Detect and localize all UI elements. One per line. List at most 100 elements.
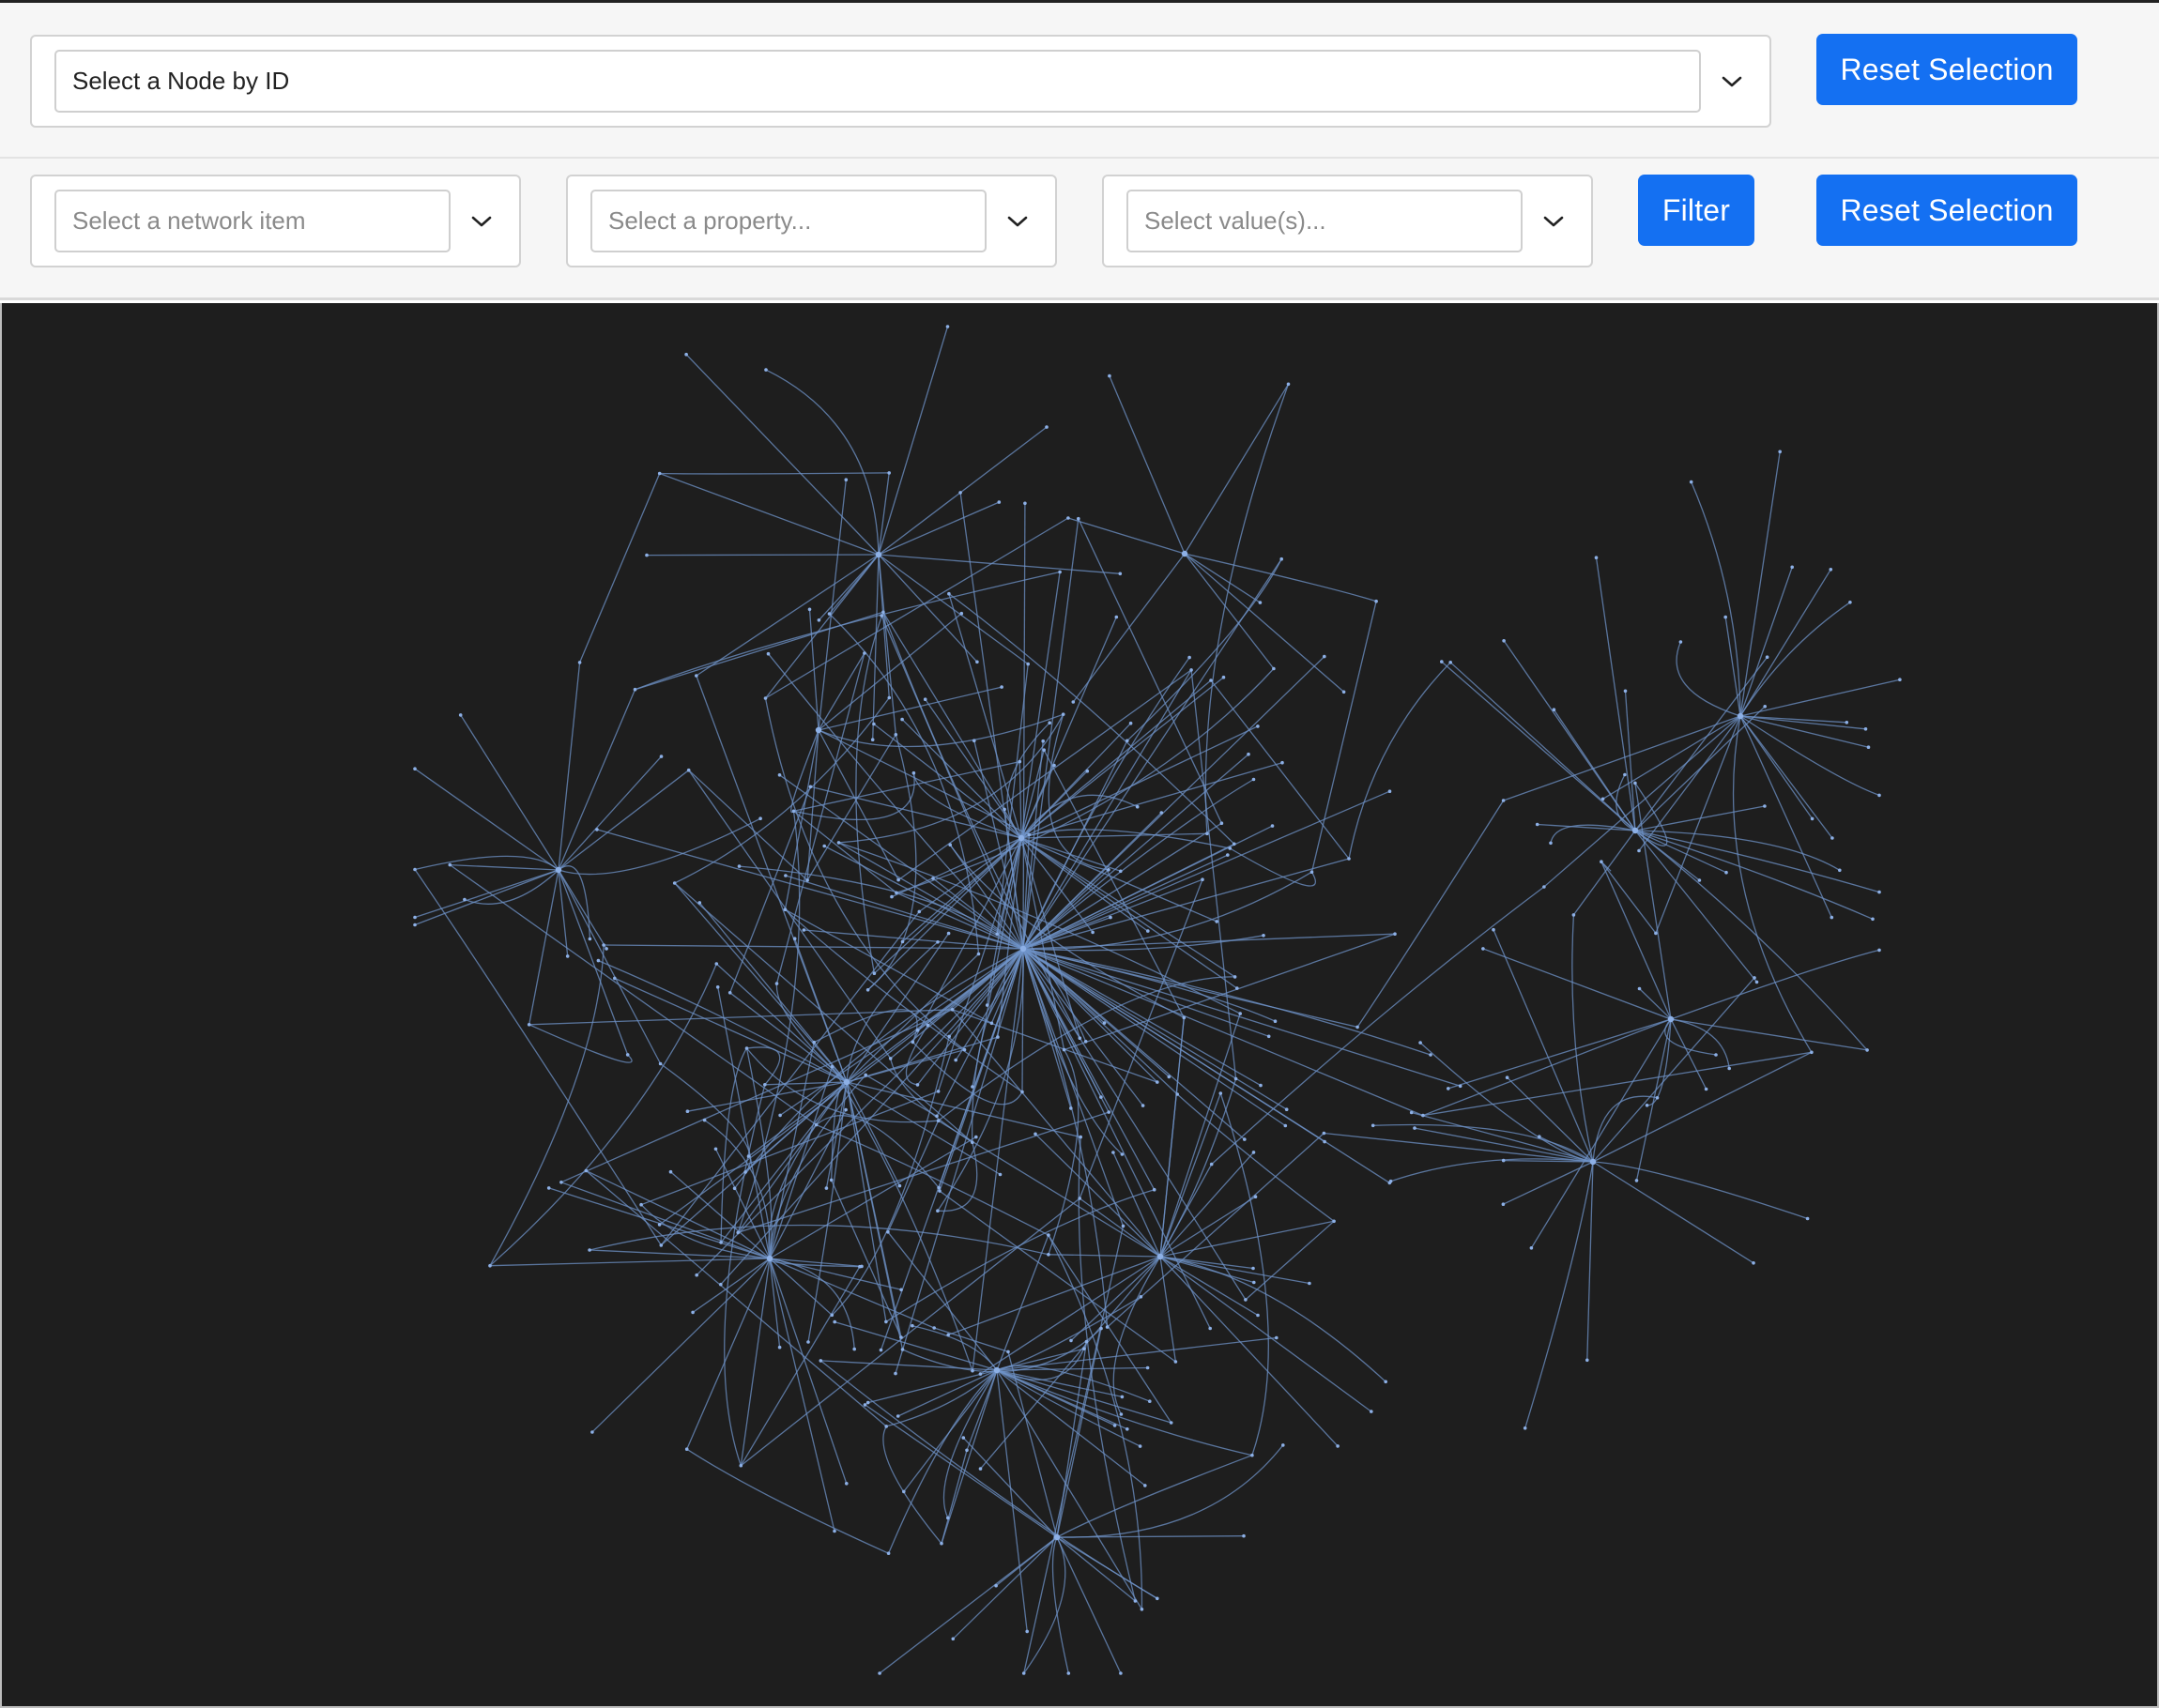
graph-node[interactable]: [1388, 1179, 1393, 1183]
graph-node[interactable]: [1066, 516, 1070, 520]
graph-node[interactable]: [1108, 374, 1111, 378]
graph-node[interactable]: [872, 722, 876, 726]
graph-node[interactable]: [1830, 915, 1834, 920]
graph-node[interactable]: [639, 1202, 643, 1207]
graph-node[interactable]: [1704, 1087, 1708, 1091]
graph-node[interactable]: [1047, 1233, 1050, 1237]
graph-node[interactable]: [1877, 948, 1881, 953]
graph-node[interactable]: [1387, 789, 1392, 793]
graph-node[interactable]: [555, 866, 562, 874]
graph-node[interactable]: [1133, 1599, 1138, 1603]
graph-node[interactable]: [911, 770, 916, 775]
graph-node[interactable]: [1272, 666, 1276, 671]
graph-node[interactable]: [1066, 1671, 1071, 1675]
graph-node[interactable]: [1448, 661, 1452, 664]
graph-node[interactable]: [872, 971, 877, 975]
graph-node[interactable]: [896, 877, 900, 882]
graph-node[interactable]: [1633, 781, 1637, 785]
graph-node[interactable]: [807, 607, 812, 612]
graph-node[interactable]: [1139, 1295, 1143, 1299]
graph-node[interactable]: [596, 958, 601, 963]
graph-node[interactable]: [1140, 1608, 1144, 1611]
graph-node[interactable]: [962, 1047, 967, 1052]
graph-node[interactable]: [994, 1583, 998, 1588]
graph-node[interactable]: [737, 864, 742, 868]
graph-node[interactable]: [1233, 975, 1237, 979]
graph-node[interactable]: [1645, 1104, 1649, 1107]
graph-node[interactable]: [1233, 1076, 1238, 1081]
graph-node[interactable]: [605, 947, 608, 951]
graph-node[interactable]: [917, 909, 922, 914]
graph-node[interactable]: [1078, 1036, 1082, 1040]
graph-node[interactable]: [1447, 1087, 1450, 1090]
graph-node[interactable]: [1737, 712, 1744, 720]
graph-node[interactable]: [559, 1181, 563, 1184]
graph-node[interactable]: [777, 773, 782, 777]
graph-node[interactable]: [1069, 1338, 1073, 1343]
graph-node[interactable]: [1501, 1202, 1506, 1206]
graph-node[interactable]: [900, 717, 904, 722]
graph-node[interactable]: [822, 844, 826, 848]
graph-node[interactable]: [1082, 1347, 1086, 1350]
graph-node[interactable]: [1156, 1596, 1159, 1601]
graph-node[interactable]: [1209, 1162, 1214, 1167]
graph-node[interactable]: [727, 991, 732, 995]
graph-node[interactable]: [827, 612, 832, 616]
graph-node[interactable]: [1152, 1187, 1156, 1192]
graph-node[interactable]: [659, 1243, 664, 1247]
graph-node[interactable]: [897, 1183, 902, 1188]
graph-node[interactable]: [1209, 679, 1213, 682]
node-id-select-value[interactable]: Select a Node by ID: [54, 50, 1701, 113]
graph-node[interactable]: [971, 1368, 974, 1373]
graph-node[interactable]: [565, 954, 570, 958]
graph-node[interactable]: [1169, 1421, 1173, 1425]
graph-node[interactable]: [1053, 1533, 1061, 1541]
graph-node[interactable]: [684, 1447, 689, 1451]
graph-node[interactable]: [1275, 1335, 1279, 1340]
graph-node[interactable]: [1256, 1313, 1260, 1318]
graph-node[interactable]: [890, 894, 894, 899]
graph-node[interactable]: [1026, 662, 1030, 666]
graph-node[interactable]: [896, 1414, 900, 1418]
graph-node[interactable]: [1763, 705, 1767, 709]
graph-node[interactable]: [830, 1313, 835, 1318]
graph-node[interactable]: [978, 1372, 983, 1376]
graph-node[interactable]: [1336, 1444, 1340, 1448]
graph-node[interactable]: [1181, 550, 1188, 557]
graph-node[interactable]: [946, 1516, 950, 1520]
property-select[interactable]: Select a property...: [566, 175, 1057, 267]
graph-node[interactable]: [1501, 799, 1506, 802]
graph-node[interactable]: [1025, 1629, 1029, 1634]
graph-node[interactable]: [923, 697, 927, 701]
graph-node[interactable]: [936, 940, 940, 944]
graph-node[interactable]: [1667, 1015, 1675, 1023]
graph-node[interactable]: [1763, 804, 1767, 808]
graph-node[interactable]: [802, 928, 806, 932]
graph-node[interactable]: [719, 1282, 723, 1287]
graph-node[interactable]: [1384, 1380, 1387, 1384]
graph-node[interactable]: [971, 1140, 974, 1144]
filter-button[interactable]: Filter: [1638, 175, 1754, 246]
graph-node[interactable]: [1678, 640, 1683, 644]
graph-node[interactable]: [1215, 920, 1218, 923]
graph-node[interactable]: [817, 618, 821, 622]
graph-node[interactable]: [887, 695, 892, 700]
graph-node[interactable]: [1018, 834, 1025, 842]
graph-node[interactable]: [995, 932, 999, 937]
network-item-placeholder[interactable]: Select a network item: [54, 190, 451, 252]
graph-node[interactable]: [899, 1335, 903, 1339]
graph-node[interactable]: [1058, 570, 1062, 574]
graph-node[interactable]: [1182, 1015, 1187, 1020]
graph-node[interactable]: [590, 1430, 594, 1434]
graph-node[interactable]: [1871, 917, 1875, 922]
graph-node[interactable]: [1765, 655, 1769, 659]
graph-node[interactable]: [996, 1035, 1000, 1039]
reset-selection-button[interactable]: Reset Selection: [1816, 34, 2077, 105]
graph-node[interactable]: [938, 1189, 942, 1193]
graph-node[interactable]: [1600, 860, 1603, 863]
graph-node[interactable]: [1529, 1246, 1534, 1250]
graph-node[interactable]: [1266, 1034, 1271, 1039]
graph-node[interactable]: [1323, 1139, 1326, 1144]
graph-node[interactable]: [1370, 1410, 1373, 1413]
graph-node[interactable]: [1631, 827, 1639, 834]
